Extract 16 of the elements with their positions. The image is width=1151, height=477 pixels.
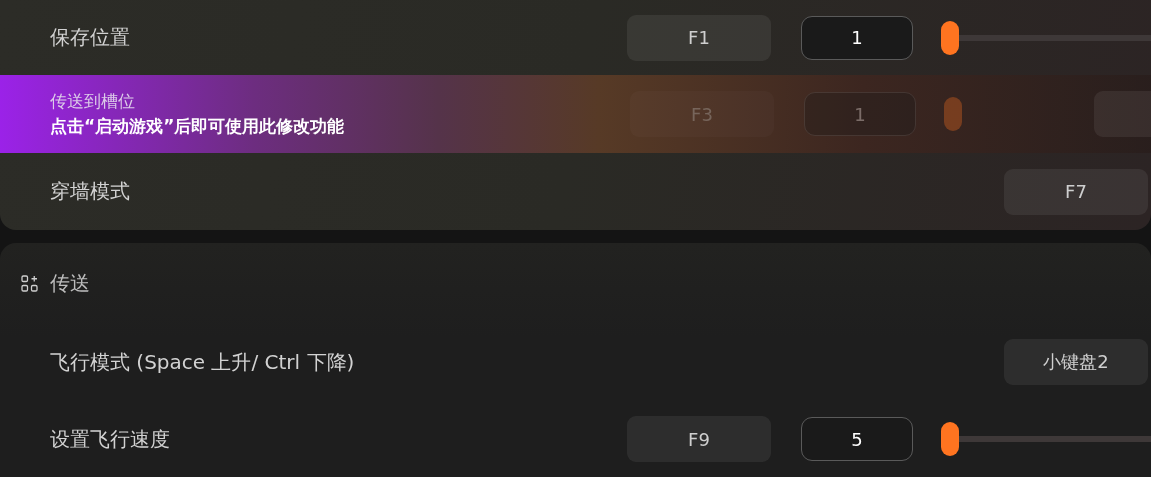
value-field[interactable]: 1 — [801, 15, 913, 60]
notice-text: 点击“启动游戏”后即可使用此修改功能 — [50, 115, 346, 138]
section-title: 传送 — [50, 269, 90, 297]
slider-thumb[interactable] — [941, 20, 959, 55]
value-field[interactable]: 5 — [801, 417, 913, 461]
setting-label: 穿墙模式 — [50, 178, 131, 205]
slider-thumb[interactable] — [941, 422, 959, 456]
hotkey-button[interactable]: 小键盘2 — [1004, 339, 1148, 385]
hotkey-button[interactable]: F7 — [1004, 168, 1148, 215]
setting-label: 保存位置 — [50, 24, 131, 51]
setting-label: 设置飞行速度 — [50, 425, 171, 453]
hotkey-button[interactable]: F1 — [627, 14, 771, 61]
apps-add-icon — [21, 274, 38, 292]
setting-label: 飞行模式 (Space 上升/ Ctrl 下降) — [50, 348, 356, 376]
setting-label: 传送到槽位 — [50, 90, 136, 113]
hotkey-button[interactable]: F9 — [627, 416, 771, 462]
